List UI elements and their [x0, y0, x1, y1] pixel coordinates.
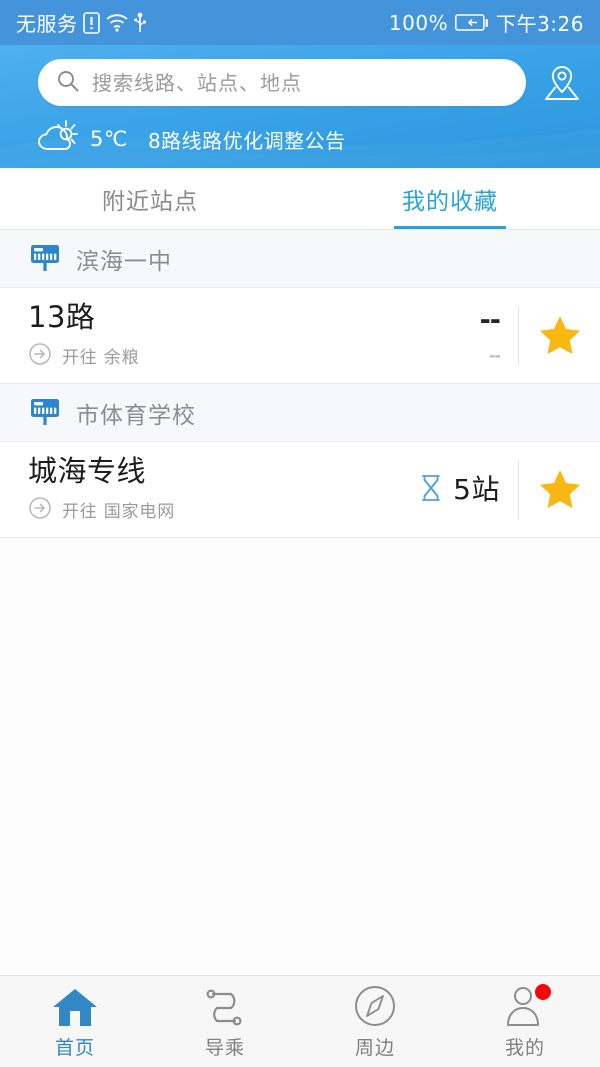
tab-my-favorites[interactable]: 我的收藏	[300, 168, 600, 229]
weather-temperature: 5℃	[90, 127, 128, 151]
arrow-circle-right-icon	[28, 342, 52, 370]
carrier-label: 无服务	[16, 12, 78, 36]
route-path-icon	[200, 984, 250, 1028]
app-header: 搜索线路、站点、地点 5℃ 8路线路优化调整公告	[0, 45, 600, 168]
hourglass-icon	[419, 474, 443, 506]
route-direction-text: 开往 余粮	[62, 348, 140, 369]
nav-item-mine[interactable]: 我的	[450, 976, 600, 1067]
arrow-circle-right-icon	[28, 496, 52, 524]
nav-label: 我的	[504, 1036, 545, 1059]
bottom-navigation: 首页 导乘 周边 我的	[0, 975, 600, 1067]
home-icon	[52, 984, 98, 1028]
battery-icon	[455, 13, 489, 32]
nav-label: 周边	[354, 1036, 395, 1059]
route-eta-top: --	[479, 304, 501, 336]
route-info: 13路 开往 余粮	[0, 288, 368, 383]
route-eta: 5站	[368, 442, 518, 537]
route-direction: 开往 国家电网	[28, 496, 368, 524]
battery-percent-label: 100%	[388, 10, 449, 35]
status-bar: 无服务 100% 下午3:26	[0, 0, 600, 45]
tab-bar: 附近站点 我的收藏	[0, 168, 600, 230]
announcement-text[interactable]: 8路线路优化调整公告	[148, 125, 346, 154]
route-name: 城海专线	[28, 454, 147, 489]
favorite-star-button[interactable]	[518, 460, 600, 519]
partly-cloudy-icon	[36, 118, 80, 160]
route-info: 城海专线 开往 国家电网	[0, 442, 368, 537]
status-bar-right: 100% 下午3:26	[389, 8, 584, 37]
status-bar-left: 无服务	[16, 8, 146, 37]
search-icon	[56, 69, 80, 97]
table-row[interactable]: 城海专线 开往 国家电网 5站	[0, 442, 600, 538]
favorites-list: 滨海一中 13路 开往 余粮 -- -- 市体育学校 城海专线 开往 国家电网 …	[0, 230, 600, 975]
tab-nearby-stops[interactable]: 附近站点	[0, 168, 300, 229]
search-row: 搜索线路、站点、地点	[0, 45, 600, 106]
route-eta: -- --	[368, 288, 518, 383]
route-eta-value: --	[479, 304, 501, 336]
route-eta-value: 5站	[453, 472, 500, 506]
compass-icon	[352, 984, 398, 1028]
weather-notice-row[interactable]: 5℃ 8路线路优化调整公告	[0, 106, 600, 160]
station-group-header[interactable]: 滨海一中	[0, 230, 600, 288]
route-direction-text: 开往 国家电网	[62, 502, 176, 523]
search-placeholder-text: 搜索线路、站点、地点	[92, 70, 302, 95]
notification-badge	[535, 983, 551, 1000]
route-direction: 开往 余粮	[28, 342, 368, 370]
nav-label: 导乘	[204, 1036, 245, 1059]
tab-label: 我的收藏	[402, 188, 498, 215]
nav-item-nearby[interactable]: 周边	[300, 976, 450, 1067]
favorite-star-button[interactable]	[518, 306, 600, 365]
person-icon	[503, 983, 551, 1028]
table-row[interactable]: 13路 开往 余粮 -- --	[0, 288, 600, 384]
station-name: 滨海一中	[76, 248, 172, 275]
nav-item-home[interactable]: 首页	[0, 976, 150, 1067]
nav-item-guide[interactable]: 导乘	[150, 976, 300, 1067]
station-group-header[interactable]: 市体育学校	[0, 384, 600, 442]
tab-label: 附近站点	[102, 188, 198, 215]
route-name: 13路	[28, 300, 96, 335]
clock-label: 下午3:26	[496, 12, 584, 36]
route-eta-sub: --	[488, 345, 501, 365]
station-name: 市体育学校	[76, 402, 196, 429]
wifi-icon	[105, 13, 129, 33]
bus-stop-sign-icon	[28, 240, 62, 278]
bus-stop-sign-icon	[28, 394, 62, 432]
nav-label: 首页	[54, 1036, 95, 1059]
search-input[interactable]: 搜索线路、站点、地点	[38, 59, 526, 106]
star-filled-icon	[539, 314, 581, 358]
star-filled-icon	[539, 468, 581, 512]
usb-icon	[133, 12, 146, 34]
map-location-pin-icon[interactable]	[542, 61, 582, 105]
app-screen: 无服务 100% 下午3:26 搜索线路、站点、地点 5℃ 8路线路优化调整公告…	[0, 0, 600, 1067]
sim-warning-icon	[82, 11, 100, 34]
route-eta-top: 5站	[419, 474, 500, 506]
